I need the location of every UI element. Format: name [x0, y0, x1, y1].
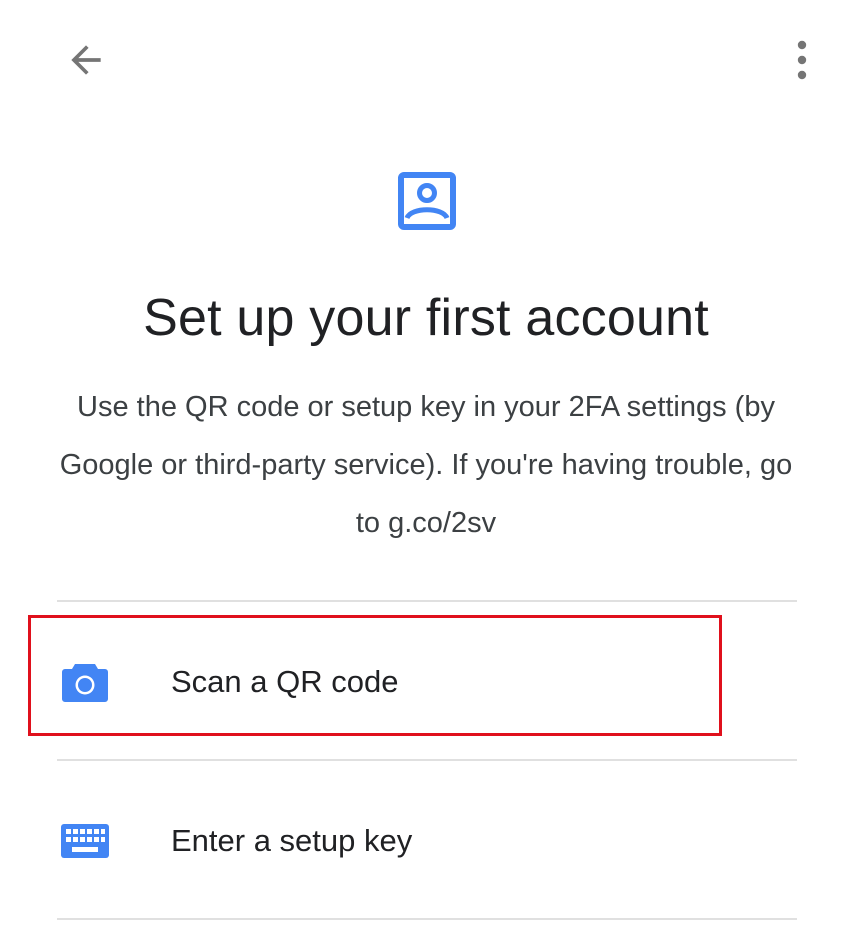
- more-vert-icon: [797, 40, 807, 80]
- more-options-button[interactable]: [776, 32, 828, 88]
- option-label: Enter a setup key: [171, 823, 413, 858]
- account-box-icon: [398, 172, 456, 230]
- setup-description: Use the QR code or setup key in your 2FA…: [59, 391, 793, 539]
- divider: [57, 918, 797, 920]
- option-label: Scan a QR code: [171, 664, 399, 699]
- scan-qr-code-option[interactable]: Scan a QR code: [57, 604, 797, 760]
- keyboard-icon: [61, 817, 109, 865]
- setup-screen: Set up your first account Use the QR cod…: [0, 0, 852, 932]
- page-title: Set up your first account: [143, 289, 709, 347]
- enter-setup-key-option[interactable]: Enter a setup key: [57, 763, 797, 919]
- camera-icon: [61, 658, 109, 706]
- arrow-back-icon: [71, 45, 101, 75]
- back-button[interactable]: [56, 32, 116, 88]
- divider: [57, 600, 797, 602]
- divider: [57, 759, 797, 761]
- top-app-bar: [0, 0, 852, 120]
